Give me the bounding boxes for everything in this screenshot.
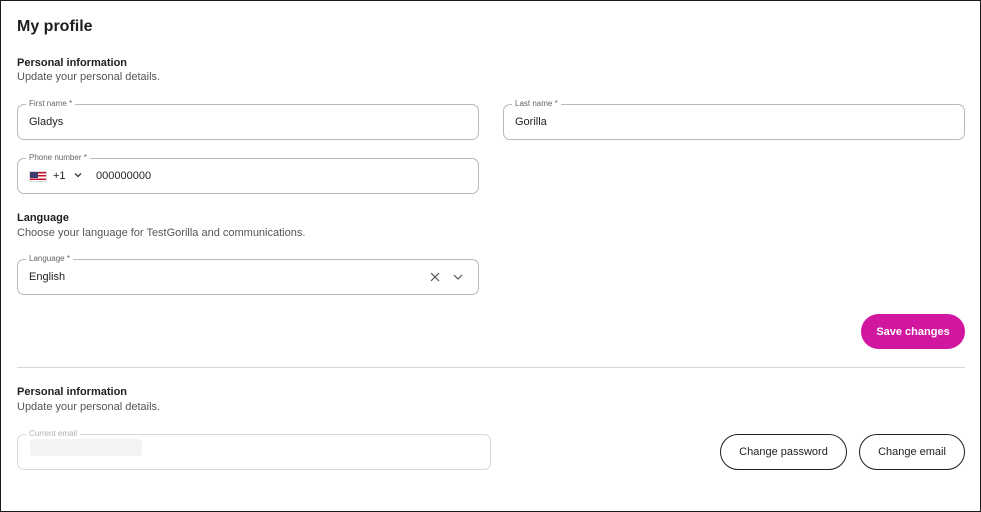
us-flag-icon[interactable] xyxy=(29,171,47,182)
save-changes-button[interactable]: Save changes xyxy=(861,314,965,349)
chevron-down-icon[interactable] xyxy=(452,271,464,283)
language-value: English xyxy=(29,271,66,283)
phone-number-value[interactable]: 000000000 xyxy=(96,170,151,182)
change-email-button[interactable]: Change email xyxy=(859,434,965,470)
clear-icon[interactable] xyxy=(428,270,442,284)
chevron-down-icon[interactable] xyxy=(73,170,83,180)
first-name-value[interactable]: Gladys xyxy=(29,116,63,128)
first-name-field[interactable]: First name * Gladys xyxy=(17,99,479,140)
change-password-button[interactable]: Change password xyxy=(720,434,847,470)
last-name-label: Last name * xyxy=(512,99,561,109)
section-divider xyxy=(17,367,965,368)
phone-number-label: Phone number * xyxy=(26,153,90,163)
first-name-label: First name * xyxy=(26,99,76,109)
redacted-email xyxy=(30,439,142,456)
dial-code[interactable]: +1 xyxy=(53,170,66,182)
phone-number-field[interactable]: Phone number * +1 000000000 xyxy=(17,153,479,194)
language-subtitle: Choose your language for TestGorilla and… xyxy=(17,227,306,239)
page-title: My profile xyxy=(17,18,93,35)
last-name-field[interactable]: Last name * Gorilla xyxy=(503,99,965,140)
language-heading: Language xyxy=(17,212,69,224)
account-subtitle: Update your personal details. xyxy=(17,401,161,413)
last-name-value[interactable]: Gorilla xyxy=(515,116,547,128)
personal-info-subtitle: Update your personal details. xyxy=(17,71,161,83)
personal-info-heading: Personal information xyxy=(17,57,128,69)
current-email-label: Current email xyxy=(26,429,81,439)
language-label: Language * xyxy=(26,254,73,264)
current-email-field: Current email xyxy=(17,429,491,470)
account-heading: Personal information xyxy=(17,386,128,398)
language-select[interactable]: Language * English xyxy=(17,254,479,295)
